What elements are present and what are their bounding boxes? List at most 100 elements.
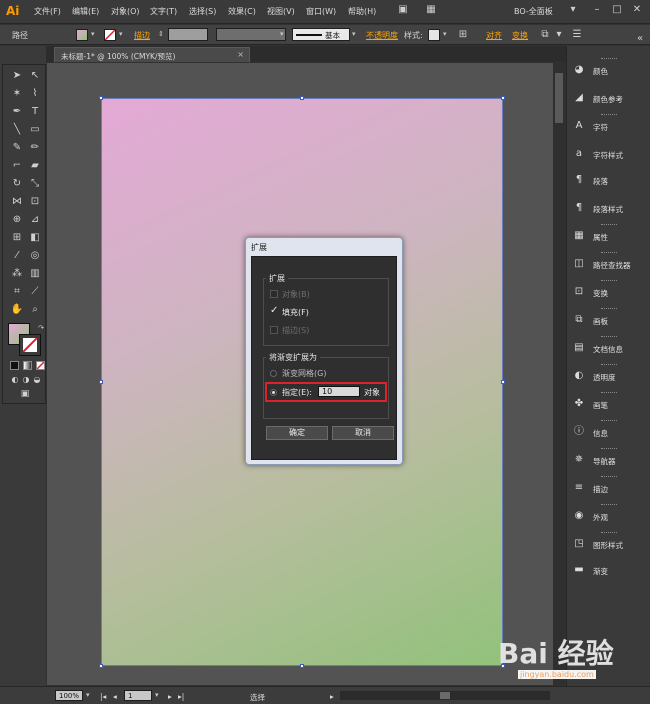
panel-character-styles[interactable]: a 字符样式 — [567, 142, 650, 168]
magic-wand-tool-icon[interactable]: ✶ — [10, 87, 24, 101]
first-artboard-icon[interactable]: |◂ — [100, 692, 106, 701]
hand-tool-icon[interactable]: ✋ — [10, 303, 24, 317]
color-mode-icon[interactable] — [10, 361, 19, 370]
stroke-weight-field[interactable] — [168, 28, 208, 41]
stroke-link[interactable]: 描边 — [134, 30, 150, 41]
object-checkbox[interactable] — [270, 290, 278, 298]
panel-color-guide[interactable]: ◢ 颜色参考 — [567, 86, 650, 112]
blend-tool-icon[interactable]: ◎ — [28, 249, 42, 263]
gradient-mode-icon[interactable] — [23, 361, 32, 370]
screen-mode-icon[interactable]: ▣ — [18, 387, 32, 401]
document-setup-icon[interactable]: ⊞ — [456, 28, 470, 42]
specify-radio[interactable] — [270, 389, 277, 396]
lasso-tool-icon[interactable]: ⌇ — [28, 87, 42, 101]
panel-info[interactable]: ⓘ 信息 — [567, 420, 650, 446]
stroke-weight-stepper-icon[interactable]: ⇕ — [158, 30, 166, 40]
selection-tool-icon[interactable]: ➤ — [10, 69, 24, 83]
bounding-handle-bottom-center[interactable] — [300, 664, 304, 668]
none-mode-icon[interactable] — [36, 361, 45, 370]
zoom-field[interactable]: 100% — [55, 690, 83, 701]
panel-gradient[interactable]: ▬ 渐变 — [567, 558, 650, 584]
stroke-checkbox[interactable] — [270, 326, 278, 334]
fill-swatch[interactable] — [76, 29, 88, 41]
free-transform-tool-icon[interactable]: ⊡ — [28, 195, 42, 209]
stroke-dropdown-icon[interactable]: ▾ — [119, 30, 127, 40]
bounding-handle-middle-right[interactable] — [501, 380, 505, 384]
bounding-handle-top-right[interactable] — [501, 96, 505, 100]
panel-brushes[interactable]: ✤ 画笔 — [567, 392, 650, 418]
isolate-icon[interactable]: ⧉ — [538, 28, 552, 42]
workspace-switcher[interactable]: BO-全面板 — [514, 6, 553, 17]
vertical-scrollbar[interactable] — [553, 63, 565, 685]
gradient-tool-icon[interactable]: ◧ — [28, 231, 42, 245]
draw-inside-icon[interactable]: ◒ — [30, 373, 44, 387]
scale-tool-icon[interactable]: ⤡ — [28, 177, 42, 191]
width-tool-icon[interactable]: ⋈ — [10, 195, 24, 209]
minimize-icon[interactable]: – — [590, 3, 604, 17]
previous-artboard-icon[interactable]: ◂ — [113, 692, 117, 701]
line-tool-icon[interactable]: ╲ — [10, 123, 24, 137]
panel-attributes[interactable]: ▦ 属性 — [567, 224, 650, 250]
perspective-grid-tool-icon[interactable]: ⊿ — [28, 213, 42, 227]
menu-file[interactable]: 文件(F) — [34, 6, 61, 17]
direct-selection-tool-icon[interactable]: ↖ — [28, 69, 42, 83]
specify-objects-input[interactable]: 10 — [318, 386, 360, 397]
menu-window[interactable]: 窗口(W) — [306, 6, 336, 17]
close-icon[interactable]: ✕ — [630, 3, 644, 17]
zoom-dropdown-icon[interactable]: ▾ — [86, 691, 94, 701]
eyedropper-tool-icon[interactable]: ⁄ — [10, 249, 24, 263]
fill-checkmark-icon[interactable]: ✓ — [270, 305, 278, 316]
panel-paragraph-styles[interactable]: ¶ 段落样式 — [567, 196, 650, 222]
next-artboard-icon[interactable]: ▸ — [168, 692, 172, 701]
menu-view[interactable]: 视图(V) — [267, 6, 295, 17]
menu-effect[interactable]: 效果(C) — [228, 6, 256, 17]
horizontal-scrollbar[interactable] — [340, 691, 550, 700]
panel-color[interactable]: ◕ 颜色 — [567, 58, 650, 84]
panel-pathfinder[interactable]: ◫ 路径查找器 — [567, 252, 650, 278]
graphic-style-swatch[interactable] — [428, 29, 440, 41]
swap-fill-stroke-icon[interactable]: ↷ — [34, 321, 48, 335]
variable-width-field[interactable] — [216, 28, 286, 41]
menu-object[interactable]: 对象(O) — [111, 6, 140, 17]
transform-link[interactable]: 变换 — [512, 30, 528, 41]
collapse-panels-icon[interactable]: « — [633, 32, 647, 46]
variable-width-dropdown-icon[interactable]: ▾ — [280, 30, 288, 40]
rotate-tool-icon[interactable]: ↻ — [10, 177, 24, 191]
eraser-tool-icon[interactable]: ▰ — [28, 159, 42, 173]
bounding-handle-top-center[interactable] — [300, 96, 304, 100]
cancel-button[interactable]: 取消 — [332, 426, 394, 440]
panel-artboards[interactable]: ⧉ 画板 — [567, 308, 650, 334]
zoom-tool-icon[interactable]: ⌕ — [28, 303, 42, 317]
artboard-dropdown-icon[interactable]: ▾ — [155, 691, 163, 701]
pencil-tool-icon[interactable]: ✏ — [28, 141, 42, 155]
last-artboard-icon[interactable]: ▸| — [178, 692, 184, 701]
opacity-link[interactable]: 不透明度 — [366, 30, 398, 41]
panel-graphic-styles[interactable]: ◳ 图形样式 — [567, 532, 650, 558]
paintbrush-tool-icon[interactable]: ✎ — [10, 141, 24, 155]
style-dropdown-icon[interactable]: ▾ — [443, 30, 451, 40]
artboard-number-field[interactable]: 1 — [124, 690, 152, 701]
column-graph-tool-icon[interactable]: ▥ — [28, 267, 42, 281]
panel-character[interactable]: A 字符 — [567, 114, 650, 140]
panel-stroke[interactable]: ≡ 描边 — [567, 476, 650, 502]
type-tool-icon[interactable]: T — [28, 105, 42, 119]
document-tab[interactable]: 未标题-1* @ 100% (CMYK/预览) × — [54, 47, 250, 62]
panel-menu-icon[interactable]: ▾ — [552, 28, 566, 42]
workspace-dropdown-icon[interactable]: ▾ — [566, 3, 580, 17]
bounding-handle-bottom-left[interactable] — [99, 664, 103, 668]
panel-document-info[interactable]: ▤ 文档信息 — [567, 336, 650, 362]
shape-builder-tool-icon[interactable]: ⊕ — [10, 213, 24, 227]
gradient-mesh-radio[interactable] — [270, 370, 277, 377]
bridge-icon[interactable]: ▣ — [396, 3, 410, 17]
menu-type[interactable]: 文字(T) — [150, 6, 177, 17]
stroke-swatch[interactable] — [104, 29, 116, 41]
rectangle-tool-icon[interactable]: ▭ — [28, 123, 42, 137]
control-menu-icon[interactable]: ☰ — [570, 28, 584, 42]
bounding-handle-top-left[interactable] — [99, 96, 103, 100]
fill-dropdown-icon[interactable]: ▾ — [91, 30, 99, 40]
panel-navigator[interactable]: ✵ 导航器 — [567, 448, 650, 474]
panel-appearance[interactable]: ◉ 外观 — [567, 504, 650, 530]
blob-brush-tool-icon[interactable]: ⌐ — [10, 159, 24, 173]
symbol-sprayer-tool-icon[interactable]: ⁂ — [10, 267, 24, 281]
vertical-scroll-thumb[interactable] — [555, 73, 563, 123]
